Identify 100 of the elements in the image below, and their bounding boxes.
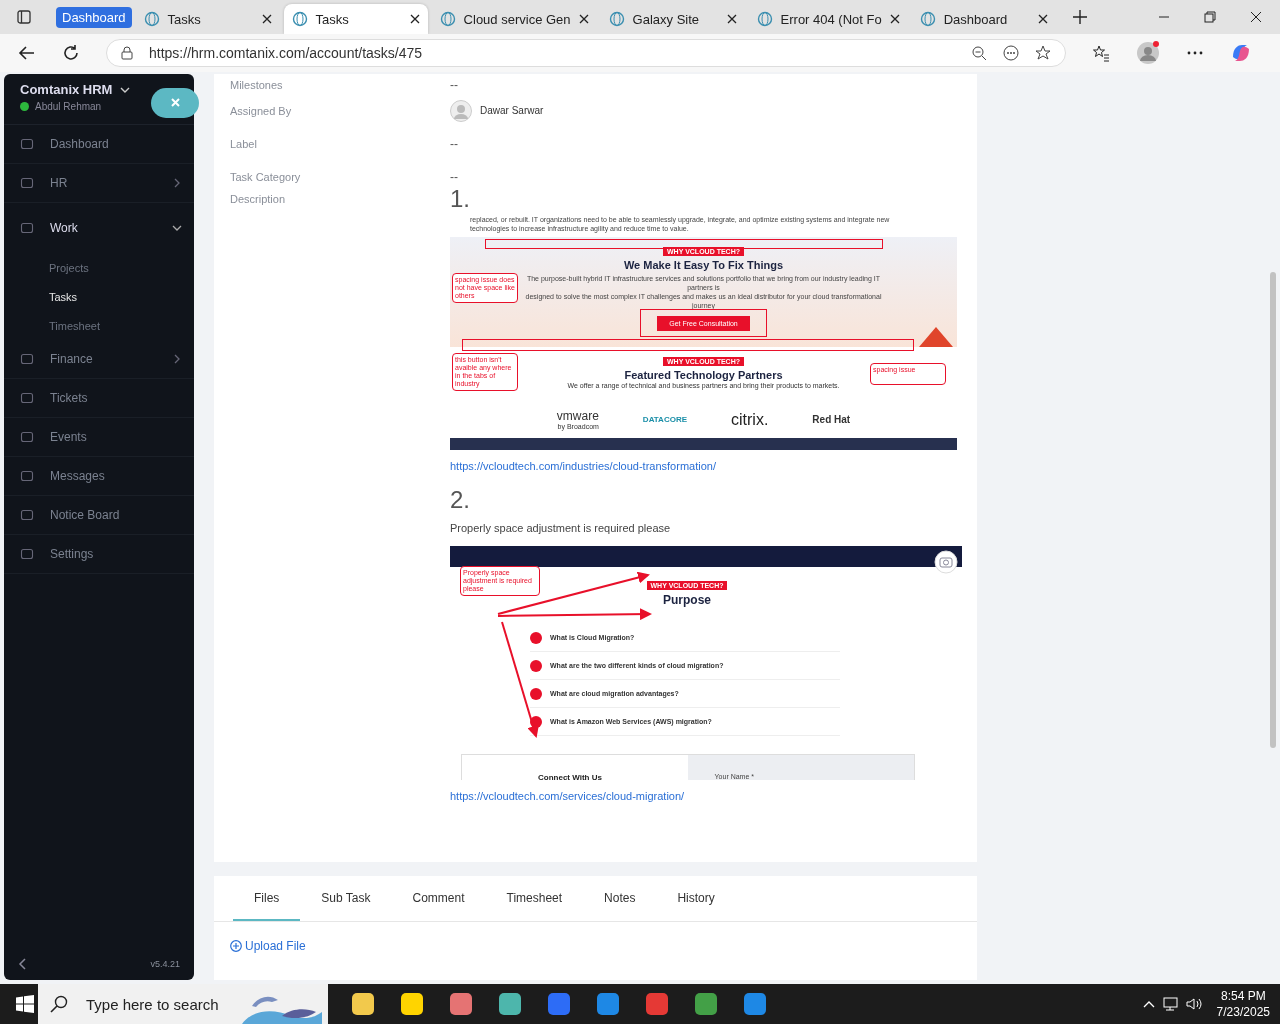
form-title: Connect With Us [538,773,602,780]
globe-icon [291,11,308,27]
close-tab-icon[interactable] [1037,14,1048,24]
chevron-up-icon[interactable] [1142,1000,1155,1008]
sidebar-item[interactable]: Work [4,203,194,253]
user-name: Abdul Rehman [35,101,102,112]
tab-title: Galaxy Site [632,11,701,27]
back-icon[interactable] [18,44,36,62]
version-label: v5.4.21 [150,959,180,969]
app-name[interactable]: Comtanix HRM [20,82,113,97]
tab-group-label[interactable]: Dashboard [56,6,132,28]
new-tab-icon[interactable] [1071,9,1088,25]
field-value: -- [450,136,458,151]
sidebar-item[interactable]: Tickets [4,379,194,418]
field-label: Assigned By [230,104,293,117]
detail-tab[interactable]: Files [233,876,301,921]
close-sidebar-button[interactable] [151,88,199,118]
url-text: https://hrm.comtanix.com/account/tasks/475 [149,45,423,61]
address-bar[interactable]: https://hrm.comtanix.com/account/tasks/475 [106,39,1066,67]
globe-icon [919,11,936,27]
field-value: -- [450,169,458,184]
sidebar-item[interactable]: HR [4,164,194,203]
speaker-icon[interactable] [1184,996,1203,1012]
close-tab-icon[interactable] [261,14,272,24]
sidebar-item[interactable]: Dashboard [4,125,194,164]
field-label: Milestones [230,79,284,91]
avatar-icon [450,99,472,122]
field-label: Label [230,137,258,150]
search-icon [50,995,68,1013]
favorites-icon[interactable] [1092,44,1110,62]
restore-icon[interactable] [1204,11,1216,23]
browser-tab[interactable]: Error 404 (Not Fo [748,4,908,34]
section-heading: We Make It Easy To Fix Things [623,259,784,271]
clock-time[interactable]: 8:54 PM [1220,989,1266,1003]
close-tab-icon[interactable] [726,14,737,24]
detail-tab[interactable]: Sub Task [300,876,392,921]
close-tab-icon[interactable] [889,14,900,24]
tab-title: Cloud service Gen [463,11,571,27]
section-number: 1. [450,185,471,213]
sidebar-item[interactable]: Messages [4,457,194,496]
network-icon[interactable] [1160,996,1179,1012]
close-icon[interactable] [1250,11,1262,23]
close-tab-icon[interactable] [578,14,589,24]
browser-tab[interactable]: Cloud service Gen [431,4,597,34]
browser-tab[interactable]: Tasks [283,4,428,34]
star-icon[interactable] [1035,45,1051,61]
section-heading: Purpose [663,593,711,607]
more-icon[interactable] [1003,45,1019,61]
section-number: 2. [450,486,471,514]
partner-logo: Red Hat [812,414,851,425]
sidebar-item[interactable]: Notice Board [4,496,194,535]
camera-icon [934,550,958,574]
sidebar-subitem[interactable]: Projects [4,253,194,282]
description-text: Properly space adjustment is required please [450,522,672,534]
chevron-right-icon [172,178,182,188]
chevron-right-icon [172,354,182,364]
sidebar-item[interactable]: Events [4,418,194,457]
online-status-dot [20,102,29,111]
person-name: Dawar Sarwar [480,105,544,116]
refresh-icon[interactable] [62,44,80,62]
close-icon [170,98,180,107]
start-icon[interactable] [16,995,34,1013]
page-link[interactable]: https://vcloudtech.com/services/cloud-migration/ [450,790,962,802]
globe-icon [143,11,160,27]
detail-tab[interactable]: Timesheet [485,876,584,921]
partner-logo: citrix. [731,410,769,429]
sidebar-subitem[interactable]: Tasks [4,282,194,311]
tab-title: Error 404 (Not Fo [780,11,882,27]
tab-title: Dashboard [943,11,1009,27]
tab-title: Tasks [315,11,350,27]
browser-tab[interactable]: Dashboard [911,4,1056,34]
detail-tab[interactable]: Comment [391,876,486,921]
copilot-icon[interactable] [1230,42,1252,64]
close-tab-icon[interactable] [409,14,420,24]
upload-file-link[interactable]: Upload File [230,939,306,953]
collapse-icon[interactable] [18,958,28,970]
globe-icon [608,11,625,27]
chevron-down-icon [172,223,182,233]
lock-icon [121,46,133,60]
globe-icon [756,11,773,27]
browser-tab[interactable]: Tasks [135,4,280,34]
section-heading: Featured Technology Partners [624,369,783,381]
triangle-shape [919,327,953,347]
field-label: Description [230,193,287,205]
field-label: Task Category [230,170,302,183]
field-value: -- [450,78,458,92]
browser-tab[interactable]: Galaxy Site [600,4,745,34]
sidebar-subitem[interactable]: Timesheet [4,311,194,340]
clock-date[interactable]: 7/23/2025 [1216,1005,1270,1019]
page-link[interactable]: https://vcloudtech.com/industries/cloud-transformation/ [450,460,962,472]
sidebar-item[interactable]: Settings [4,535,194,574]
profile-icon[interactable] [1136,41,1160,65]
zoom-out-icon[interactable] [971,45,987,61]
sidebar-item[interactable]: Finance [4,340,194,379]
detail-tab[interactable]: Notes [583,876,657,921]
taskbar-search-field[interactable]: Type here to search [38,984,328,1024]
tab-actions-icon[interactable] [16,9,32,25]
tab-title: Tasks [167,11,202,27]
plus-circle-icon [230,940,242,952]
detail-tab[interactable]: History [656,876,736,921]
